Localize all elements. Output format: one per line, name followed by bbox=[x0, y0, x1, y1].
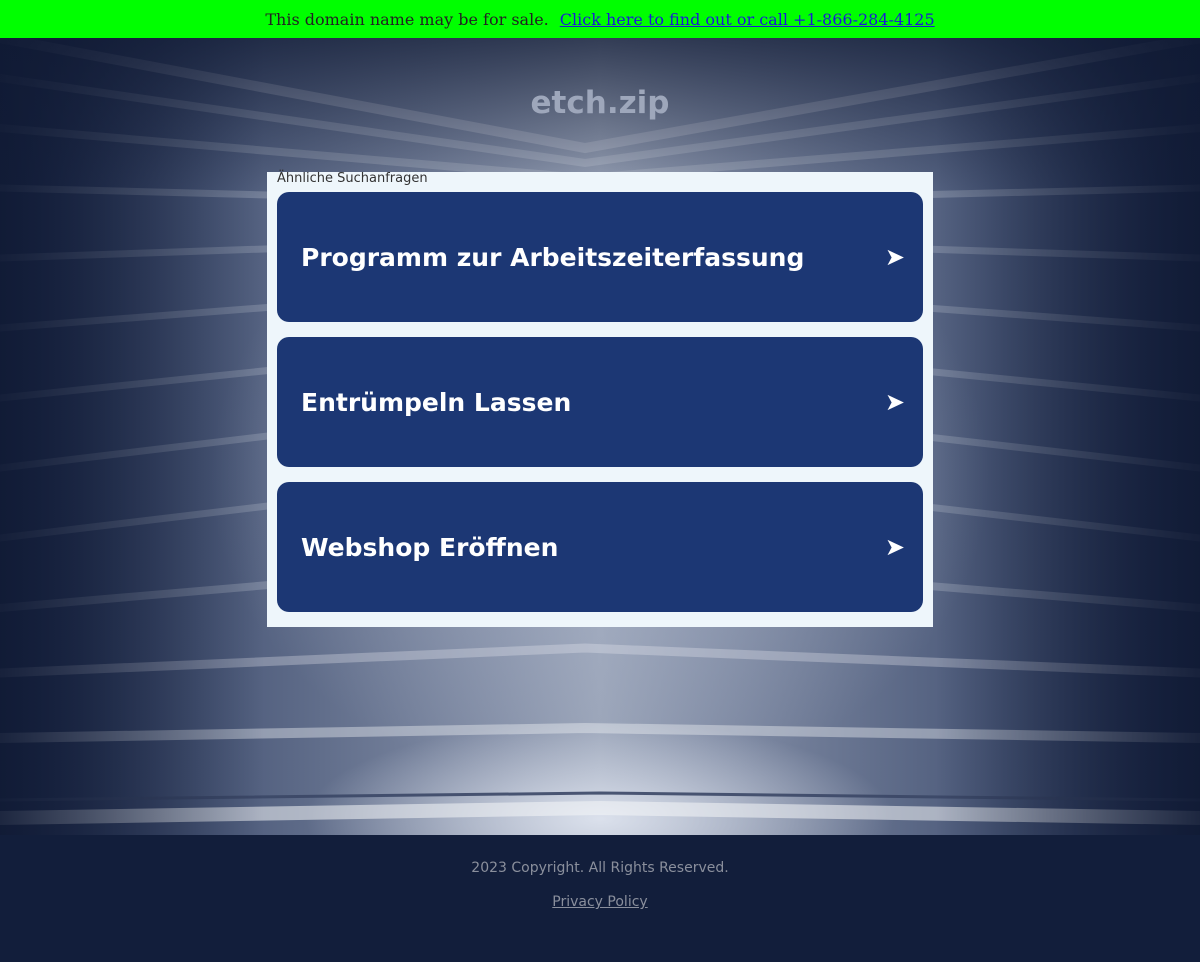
site-title: etch.zip bbox=[530, 85, 670, 121]
sale-text: This domain name may be for sale. bbox=[265, 9, 549, 29]
privacy-wrapper: Privacy Policy bbox=[0, 894, 1200, 910]
privacy-policy-link[interactable]: Privacy Policy bbox=[552, 894, 647, 910]
related-link-webshop[interactable]: Webshop Eröffnen ➤ bbox=[277, 482, 923, 612]
related-link-entruempeln[interactable]: Entrümpeln Lassen ➤ bbox=[277, 337, 923, 467]
copyright-text: 2023 Copyright. All Rights Reserved. bbox=[471, 860, 729, 876]
related-link-label: Programm zur Arbeitszeiterfassung bbox=[301, 242, 805, 272]
domain-sale-banner: This domain name may be for sale. Click … bbox=[0, 0, 1200, 38]
hero-background: etch.zip Ähnliche Suchanfragen Programm … bbox=[0, 38, 1200, 835]
related-link-label: Webshop Eröffnen bbox=[301, 532, 559, 562]
arrow-right-icon: ➤ bbox=[884, 533, 905, 561]
footer: 2023 Copyright. All Rights Reserved. Pri… bbox=[0, 835, 1200, 962]
arrow-right-icon: ➤ bbox=[884, 388, 905, 416]
sale-link[interactable]: Click here to find out or call +1-866-28… bbox=[560, 10, 935, 29]
related-link-label: Entrümpeln Lassen bbox=[301, 387, 572, 417]
related-searches-panel: Ähnliche Suchanfragen Programm zur Arbei… bbox=[267, 172, 933, 627]
arrow-right-icon: ➤ bbox=[884, 243, 905, 271]
related-searches-heading: Ähnliche Suchanfragen bbox=[277, 171, 428, 186]
related-link-arbeitszeiterfassung[interactable]: Programm zur Arbeitszeiterfassung ➤ bbox=[277, 192, 923, 322]
